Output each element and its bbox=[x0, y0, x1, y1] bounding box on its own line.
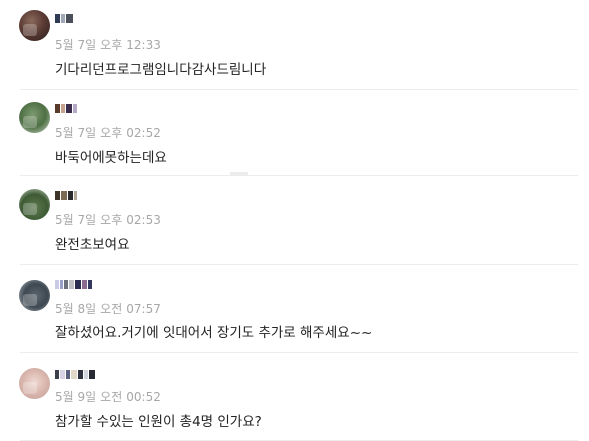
comment-timestamp: 5월 9일 오전 00:52 bbox=[55, 390, 161, 404]
author-name-blurred[interactable] bbox=[55, 367, 95, 381]
avatar[interactable] bbox=[19, 280, 50, 311]
author-name-blurred[interactable] bbox=[55, 277, 92, 291]
avatar[interactable] bbox=[19, 102, 50, 133]
comment-timestamp: 5월 7일 오후 02:52 bbox=[55, 126, 161, 140]
avatar[interactable] bbox=[19, 189, 50, 220]
comment-timestamp: 5월 8일 오전 07:57 bbox=[55, 302, 161, 316]
author-name-blurred[interactable] bbox=[55, 11, 73, 25]
avatar[interactable] bbox=[19, 10, 50, 41]
comment-text: 바둑어에못하는데요 bbox=[55, 150, 167, 166]
divider bbox=[20, 264, 578, 265]
divider bbox=[20, 89, 578, 90]
comment-timestamp: 5월 7일 오후 12:33 bbox=[55, 38, 161, 52]
divider bbox=[20, 175, 578, 176]
author-name-blurred[interactable] bbox=[55, 101, 77, 115]
comment-text: 잘하셨어요.거기에 잇대어서 장기도 추가로 해주세요~~ bbox=[55, 325, 373, 341]
comment-text: 기다리던프로그램임니다감사드림니다 bbox=[55, 62, 267, 78]
avatar[interactable] bbox=[19, 368, 50, 399]
comment-text: 참가할 수있는 인원이 총4명 인가요? bbox=[55, 414, 262, 430]
comment-list: 5월 7일 오후 12:33 기다리던프로그램임니다감사드림니다 5월 7일 오후 02… bbox=[0, 0, 589, 441]
comment-text: 완전초보여요 bbox=[55, 237, 130, 253]
comment-timestamp: 5월 7일 오후 02:53 bbox=[55, 213, 161, 227]
divider bbox=[20, 352, 578, 353]
author-name-blurred[interactable] bbox=[55, 188, 77, 202]
divider-handle bbox=[230, 172, 248, 175]
